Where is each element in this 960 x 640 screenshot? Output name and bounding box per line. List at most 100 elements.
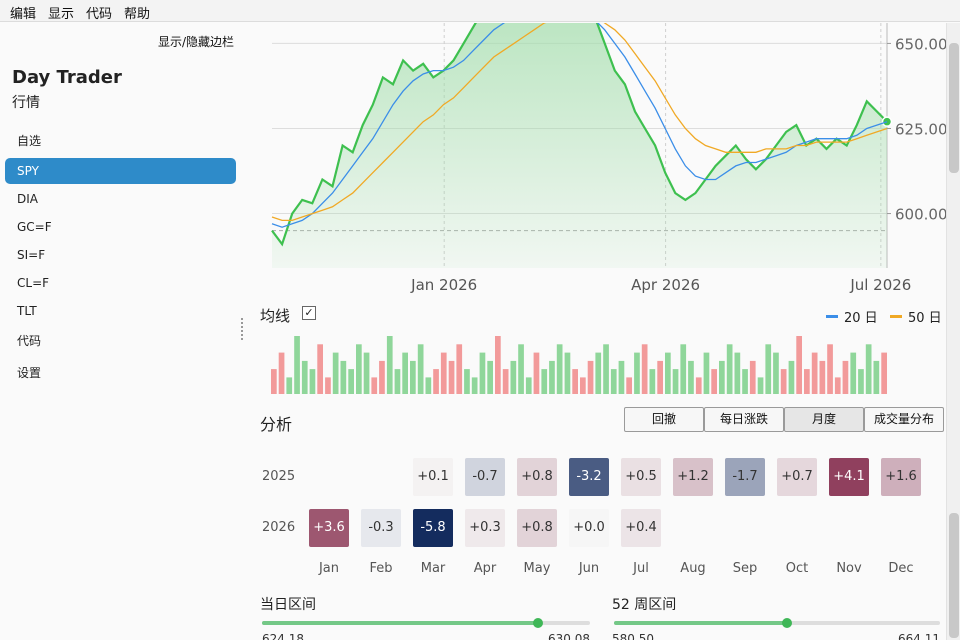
volume-bar bbox=[402, 352, 408, 394]
ma-checkbox[interactable]: ✓ bbox=[302, 306, 316, 320]
volume-bar bbox=[587, 360, 594, 394]
volume-bar bbox=[317, 344, 323, 394]
volume-bar bbox=[649, 369, 656, 394]
volume-bar bbox=[688, 360, 694, 394]
y-tick-label: 625.00 bbox=[895, 120, 948, 138]
volume-bar bbox=[556, 344, 563, 394]
volume-bar bbox=[564, 352, 571, 394]
heatmap-cell-2025-jul: +0.5 bbox=[621, 458, 661, 496]
volume-bar bbox=[448, 360, 455, 394]
sidebar-item-watchlist[interactable]: 自选 bbox=[5, 128, 236, 154]
month-label-oct: Oct bbox=[785, 561, 809, 576]
volume-bar bbox=[425, 377, 432, 394]
main-scrollbar[interactable] bbox=[946, 23, 960, 640]
sidebar-item-dia[interactable]: DIA bbox=[5, 186, 236, 212]
volume-bar bbox=[580, 377, 586, 394]
heatmap-cell-2025-sep: -1.7 bbox=[725, 458, 765, 496]
tab-drawdown[interactable]: 回撤 bbox=[624, 407, 704, 432]
day-range-track bbox=[262, 618, 590, 628]
volume-bar bbox=[495, 336, 501, 394]
heatmap-cell-2026-jul: +0.4 bbox=[621, 509, 661, 547]
sidebar-item-sif[interactable]: SI=F bbox=[5, 242, 236, 268]
sidebar-item-tlt[interactable]: TLT bbox=[5, 298, 236, 324]
sidebar-item-gcf[interactable]: GC=F bbox=[5, 214, 236, 240]
scrollbar-thumb-lower[interactable] bbox=[949, 513, 959, 638]
tab-volume-profile[interactable]: 成交量分布 bbox=[864, 407, 944, 432]
heatmap-cell-2025-jun: -3.2 bbox=[569, 458, 609, 496]
volume-bar bbox=[348, 369, 354, 394]
volume-bar bbox=[487, 360, 493, 394]
sidebar: 显示/隐藏边栏 Day Trader 行情 自选 SPY DIA GC=F SI… bbox=[0, 23, 244, 640]
year-label-2026: 2026 bbox=[262, 520, 296, 535]
volume-bar bbox=[695, 377, 702, 394]
day-range-label: 当日区间 bbox=[260, 597, 316, 613]
volume-bar bbox=[510, 360, 517, 394]
volume-bar bbox=[464, 369, 470, 394]
sidebar-splitter-handle[interactable] bbox=[241, 318, 243, 340]
volume-bar bbox=[842, 360, 849, 394]
day-range-low: 624.18 bbox=[262, 632, 304, 640]
month-label-feb: Feb bbox=[369, 561, 393, 576]
heatmap-cell-2025-nov: +4.1 bbox=[829, 458, 869, 496]
volume-bar bbox=[726, 344, 733, 394]
volume-bar bbox=[286, 377, 293, 394]
volume-bar bbox=[796, 336, 802, 394]
menu-code[interactable]: 代码 bbox=[86, 3, 112, 22]
volume-bar bbox=[433, 369, 439, 394]
sidebar-item-settings[interactable]: 设置 bbox=[5, 360, 236, 386]
week52-range-label: 52 周区间 bbox=[612, 597, 677, 613]
sidebar-item-spy[interactable]: SPY bbox=[5, 158, 236, 184]
scrollbar-thumb-upper[interactable] bbox=[949, 43, 959, 173]
menu-view[interactable]: 显示 bbox=[48, 3, 74, 22]
heatmap-cell-2026-mar: -5.8 bbox=[413, 509, 453, 547]
legend-ma20: 20 日 bbox=[826, 307, 878, 326]
tab-daily-change[interactable]: 每日涨跌 bbox=[704, 407, 784, 432]
volume-bar bbox=[773, 352, 779, 394]
heatmap-cell-2026-jan: +3.6 bbox=[309, 509, 349, 547]
analysis-label: 分析 bbox=[260, 415, 293, 434]
month-label-dec: Dec bbox=[888, 561, 914, 576]
month-label-mar: Mar bbox=[420, 561, 446, 576]
volume-bar bbox=[479, 352, 486, 394]
volume-bar bbox=[680, 344, 687, 394]
volume-bar bbox=[533, 352, 540, 394]
volume-bar bbox=[626, 377, 632, 394]
volume-bar bbox=[417, 344, 424, 394]
month-label-jan: Jan bbox=[318, 561, 340, 576]
heatmap-cell-2026-jun: +0.0 bbox=[569, 509, 609, 547]
app-title: Day Trader bbox=[12, 67, 122, 88]
volume-bar bbox=[719, 360, 725, 394]
tab-monthly[interactable]: 月度 bbox=[784, 407, 864, 432]
day-range-marker bbox=[532, 618, 543, 628]
volume-bar bbox=[850, 352, 857, 394]
menu-edit[interactable]: 编辑 bbox=[10, 3, 36, 22]
month-label-apr: Apr bbox=[473, 561, 497, 576]
legend-label-ma50: 50 日 bbox=[908, 311, 942, 326]
volume-bar bbox=[765, 344, 772, 394]
heatmap-cell-2025-may: +0.8 bbox=[517, 458, 557, 496]
toggle-sidebar-button[interactable]: 显示/隐藏边栏 bbox=[158, 33, 234, 50]
menu-help[interactable]: 帮助 bbox=[124, 3, 150, 22]
heatmap-cell-2026-feb: -0.3 bbox=[361, 509, 401, 547]
heatmap-cell-2026-apr: +0.3 bbox=[465, 509, 505, 547]
sidebar-item-clf[interactable]: CL=F bbox=[5, 270, 236, 296]
day-range-high: 630.08 bbox=[548, 632, 590, 640]
week52-range-fill bbox=[614, 621, 787, 625]
x-tick-label: Apr 2026 bbox=[631, 276, 700, 294]
year-label-2025: 2025 bbox=[262, 469, 296, 484]
heatmap-cell-2025-oct: +0.7 bbox=[777, 458, 817, 496]
volume-bar bbox=[518, 344, 524, 394]
volume-bar bbox=[811, 352, 818, 394]
sidebar-item-symbols[interactable]: 代码 bbox=[5, 328, 236, 354]
volume-bar bbox=[634, 352, 640, 394]
volume-bar bbox=[278, 352, 285, 394]
volume-bar bbox=[363, 352, 370, 394]
legend-swatch-ma20 bbox=[826, 315, 838, 318]
volume-bar bbox=[858, 369, 864, 394]
volume-bar bbox=[742, 369, 748, 394]
volume-bar bbox=[356, 344, 362, 394]
day-range-fill bbox=[262, 621, 538, 625]
volume-bar bbox=[603, 344, 609, 394]
volume-bar bbox=[379, 360, 385, 394]
volume-bar bbox=[371, 377, 378, 394]
